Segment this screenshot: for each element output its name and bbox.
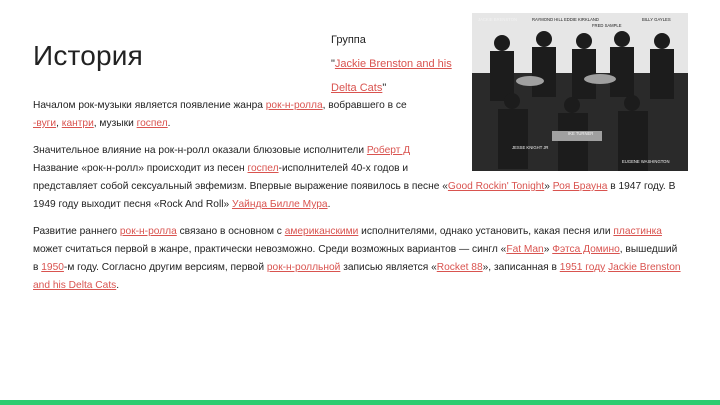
paragraph-text: -исполнителей 40-х годов и [278, 163, 409, 174]
caption-link-line: "Jackie Brenston and his Delta Cats" [331, 52, 471, 100]
paragraph-text: », записанная в [482, 262, 560, 273]
paragraph-text: Название «рок-н-ролл» происходит из песе… [33, 163, 248, 174]
paragraph-text: , музыки [93, 118, 137, 129]
link-rock-n-roll[interactable]: рок-н-ролла [266, 100, 323, 111]
photo-caption: Группа "Jackie Brenston and his Delta Ca… [331, 28, 471, 100]
link-fat-man[interactable]: Fat Man [506, 244, 543, 255]
paragraph-text: . [327, 199, 331, 210]
photo-label: BILLY GAYLES [642, 17, 671, 22]
paragraph-3: Развитие раннего рок-н-ролла связано в о… [33, 223, 683, 295]
paragraph-text: , вобравшего в се [322, 100, 407, 111]
accent-bar [0, 400, 720, 405]
link-gospel[interactable]: госпел [137, 118, 168, 129]
paragraph-text: представляет собой сексуальный эвфемизм.… [33, 181, 448, 192]
photo-label: RAYMOND HILL [532, 17, 564, 22]
caption-line: Группа [331, 34, 366, 46]
photo-label: JACKIE BRENSTON [478, 17, 517, 22]
photo-label: EUGENE WASHINGTON [622, 159, 669, 164]
photo-label: IKE TURNER [568, 131, 593, 136]
link-country[interactable]: кантри [62, 118, 94, 129]
paragraph-text: исполнителями, однако установить, какая … [358, 226, 614, 237]
link-fats-domino[interactable]: Фэтса Домино [552, 244, 620, 255]
link-rocket-88[interactable]: Rocket 88 [437, 262, 483, 273]
link-roy-brown[interactable]: Роя Брауна [553, 181, 608, 192]
slide-title: История [33, 40, 143, 71]
link-robert[interactable]: Роберт Д [367, 145, 410, 156]
photo-label: EDDIE KIRKLAND [564, 17, 599, 22]
paragraph-text: связано в основном с [176, 226, 285, 237]
link-1950[interactable]: 1950 [41, 262, 64, 273]
paragraph-text: -м году. Согласно другим версиям, первой [63, 262, 267, 273]
link-american[interactable]: американскими [285, 226, 359, 237]
slide: История Группа "Jackie Brenston and his … [0, 0, 720, 405]
paragraph-text: » [543, 244, 553, 255]
paragraph-text: может считаться первой в жанре, практиче… [33, 244, 507, 255]
paragraph-text: » [544, 181, 553, 192]
link-good-rockin-tonight[interactable]: Good Rockin' Tonight [448, 181, 544, 192]
link-boogie[interactable]: -вуги [33, 118, 56, 129]
link-gospel-2[interactable]: госпел [248, 163, 279, 174]
photo-label: FRED SAMPLE [592, 23, 622, 28]
link-rock-n-roll-3[interactable]: рок-н-ролльной [267, 262, 341, 273]
paragraph-text: Началом рок-музыки является появление жа… [33, 100, 266, 111]
paragraph-text: записью является « [340, 262, 437, 273]
link-wild-bill-moore[interactable]: Уайнда Билле Мура [232, 199, 328, 210]
caption-band-link[interactable]: Jackie Brenston and his Delta Cats [331, 58, 452, 94]
caption-close-quote: " [382, 82, 387, 94]
link-record[interactable]: пластинка [613, 226, 662, 237]
paragraph-text: . [167, 118, 171, 129]
link-1951[interactable]: 1951 году [560, 262, 605, 273]
band-photo: JACKIE BRENSTON RAYMOND HILL EDDIE KIRKL… [472, 13, 688, 171]
paragraph-text: . [116, 280, 120, 291]
paragraph-text: Значительное влияние на рок-н-ролл оказа… [33, 145, 367, 156]
link-rock-n-roll-2[interactable]: рок-н-ролла [120, 226, 177, 237]
paragraph-text: Развитие раннего [33, 226, 120, 237]
photo-label: JESSE KNIGHT JR [512, 145, 548, 150]
